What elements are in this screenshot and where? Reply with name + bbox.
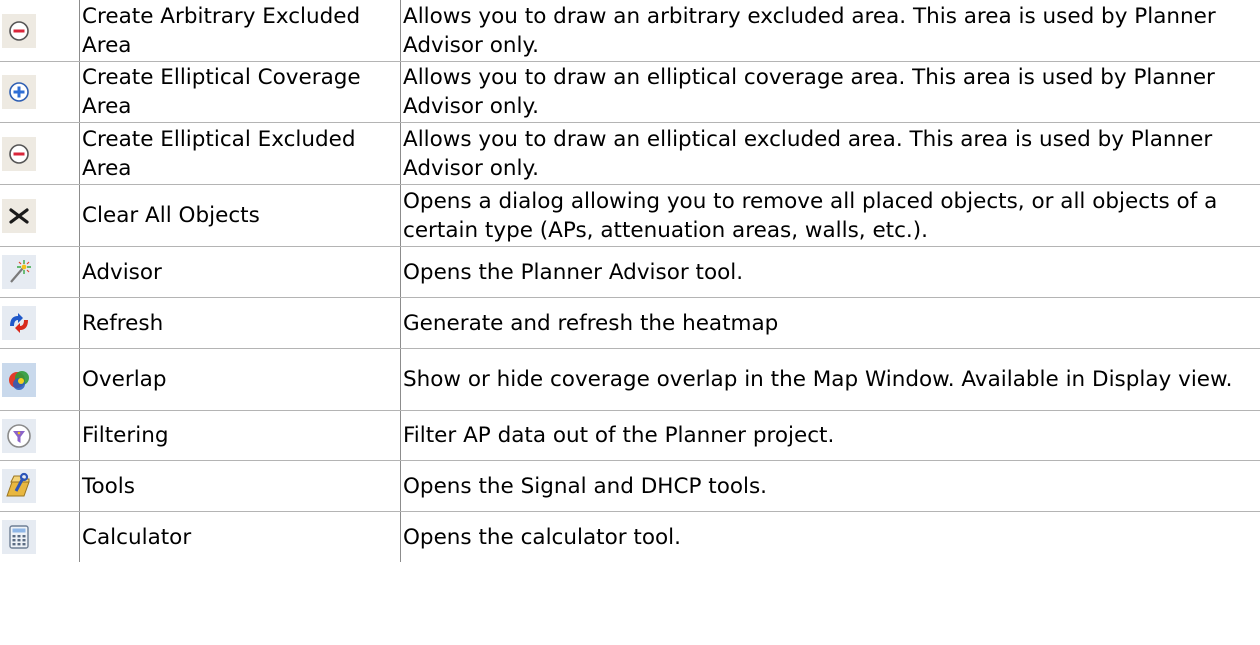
clear-x-icon (2, 198, 36, 233)
icon-cell (0, 0, 80, 61)
icon-cell (0, 62, 80, 122)
feature-description: Filter AP data out of the Planner projec… (403, 423, 835, 448)
magic-wand-icon (2, 255, 36, 289)
refresh-icon (2, 306, 36, 340)
description-cell: Opens the Signal and DHCP tools. (401, 461, 1260, 511)
table-row: Calculator Opens the calculator tool. (0, 512, 1260, 562)
feature-name: Create Elliptical Excluded Area (82, 126, 356, 181)
table-row: Advisor Opens the Planner Advisor tool. (0, 247, 1260, 298)
table-row: Create Elliptical Excluded Area Allows y… (0, 123, 1260, 185)
minus-circle-icon (2, 13, 36, 48)
icon-cell (0, 461, 80, 511)
feature-name-cell: Create Elliptical Coverage Area (80, 62, 401, 122)
feature-name-cell: Advisor (80, 247, 401, 297)
overlap-icon (2, 362, 36, 397)
icon-cell (0, 349, 80, 410)
feature-name-cell: Tools (80, 461, 401, 511)
description-cell: Opens the calculator tool. (401, 512, 1260, 562)
description-cell: Allows you to draw an elliptical exclude… (401, 123, 1260, 184)
filter-icon (2, 418, 36, 453)
feature-name: Clear All Objects (82, 203, 260, 228)
feature-name-cell: Calculator (80, 512, 401, 562)
feature-description: Opens the calculator tool. (403, 524, 681, 550)
feature-name: Filtering (82, 423, 169, 448)
icon-cell (0, 247, 80, 297)
table-row: Overlap Show or hide coverage overlap in… (0, 349, 1260, 411)
feature-name: Advisor (82, 259, 162, 285)
table-row: Clear All Objects Opens a dialog allowin… (0, 185, 1260, 247)
feature-description: Allows you to draw an elliptical coverag… (403, 65, 1215, 119)
description-cell: Allows you to draw an arbitrary excluded… (401, 0, 1260, 61)
icon-cell (0, 411, 80, 460)
feature-description: Generate and refresh the heatmap (403, 310, 779, 336)
icon-cell (0, 298, 80, 348)
feature-name-cell: Create Arbitrary Excluded Area (80, 0, 401, 61)
feature-description: Allows you to draw an elliptical exclude… (403, 126, 1213, 181)
feature-name-cell: Clear All Objects (80, 185, 401, 246)
minus-circle-icon (2, 136, 36, 171)
feature-name: Overlap (82, 367, 167, 392)
feature-description: Opens the Planner Advisor tool. (403, 259, 744, 285)
feature-description: Opens the Signal and DHCP tools. (403, 473, 768, 499)
description-cell: Filter AP data out of the Planner projec… (401, 411, 1260, 460)
description-cell: Opens the Planner Advisor tool. (401, 247, 1260, 297)
icon-cell (0, 123, 80, 184)
feature-name: Create Arbitrary Excluded Area (82, 3, 361, 58)
feature-name: Create Elliptical Coverage Area (82, 65, 361, 119)
table-row: Tools Opens the Signal and DHCP tools. (0, 461, 1260, 512)
feature-description: Allows you to draw an arbitrary excluded… (403, 3, 1216, 58)
feature-name-cell: Refresh (80, 298, 401, 348)
description-cell: Show or hide coverage overlap in the Map… (401, 349, 1260, 410)
table-row: Refresh Generate and refresh the heatmap (0, 298, 1260, 349)
table-row: Create Elliptical Coverage Area Allows y… (0, 62, 1260, 123)
feature-name: Refresh (82, 310, 164, 336)
feature-name: Calculator (82, 524, 192, 550)
feature-name-cell: Filtering (80, 411, 401, 460)
toolbar-reference-table: Create Arbitrary Excluded Area Allows yo… (0, 0, 1260, 562)
feature-description: Opens a dialog allowing you to remove al… (403, 188, 1218, 243)
icon-cell (0, 512, 80, 562)
icon-cell (0, 185, 80, 246)
description-cell: Allows you to draw an elliptical coverag… (401, 62, 1260, 122)
feature-name-cell: Overlap (80, 349, 401, 410)
description-cell: Opens a dialog allowing you to remove al… (401, 185, 1260, 246)
feature-description: Show or hide coverage overlap in the Map… (403, 367, 1233, 392)
feature-name-cell: Create Elliptical Excluded Area (80, 123, 401, 184)
calculator-icon (2, 520, 36, 554)
tools-icon (2, 469, 36, 503)
table-row: Create Arbitrary Excluded Area Allows yo… (0, 0, 1260, 62)
feature-name: Tools (82, 473, 135, 499)
table-row: Filtering Filter AP data out of the Plan… (0, 411, 1260, 461)
plus-circle-icon (2, 75, 36, 109)
description-cell: Generate and refresh the heatmap (401, 298, 1260, 348)
